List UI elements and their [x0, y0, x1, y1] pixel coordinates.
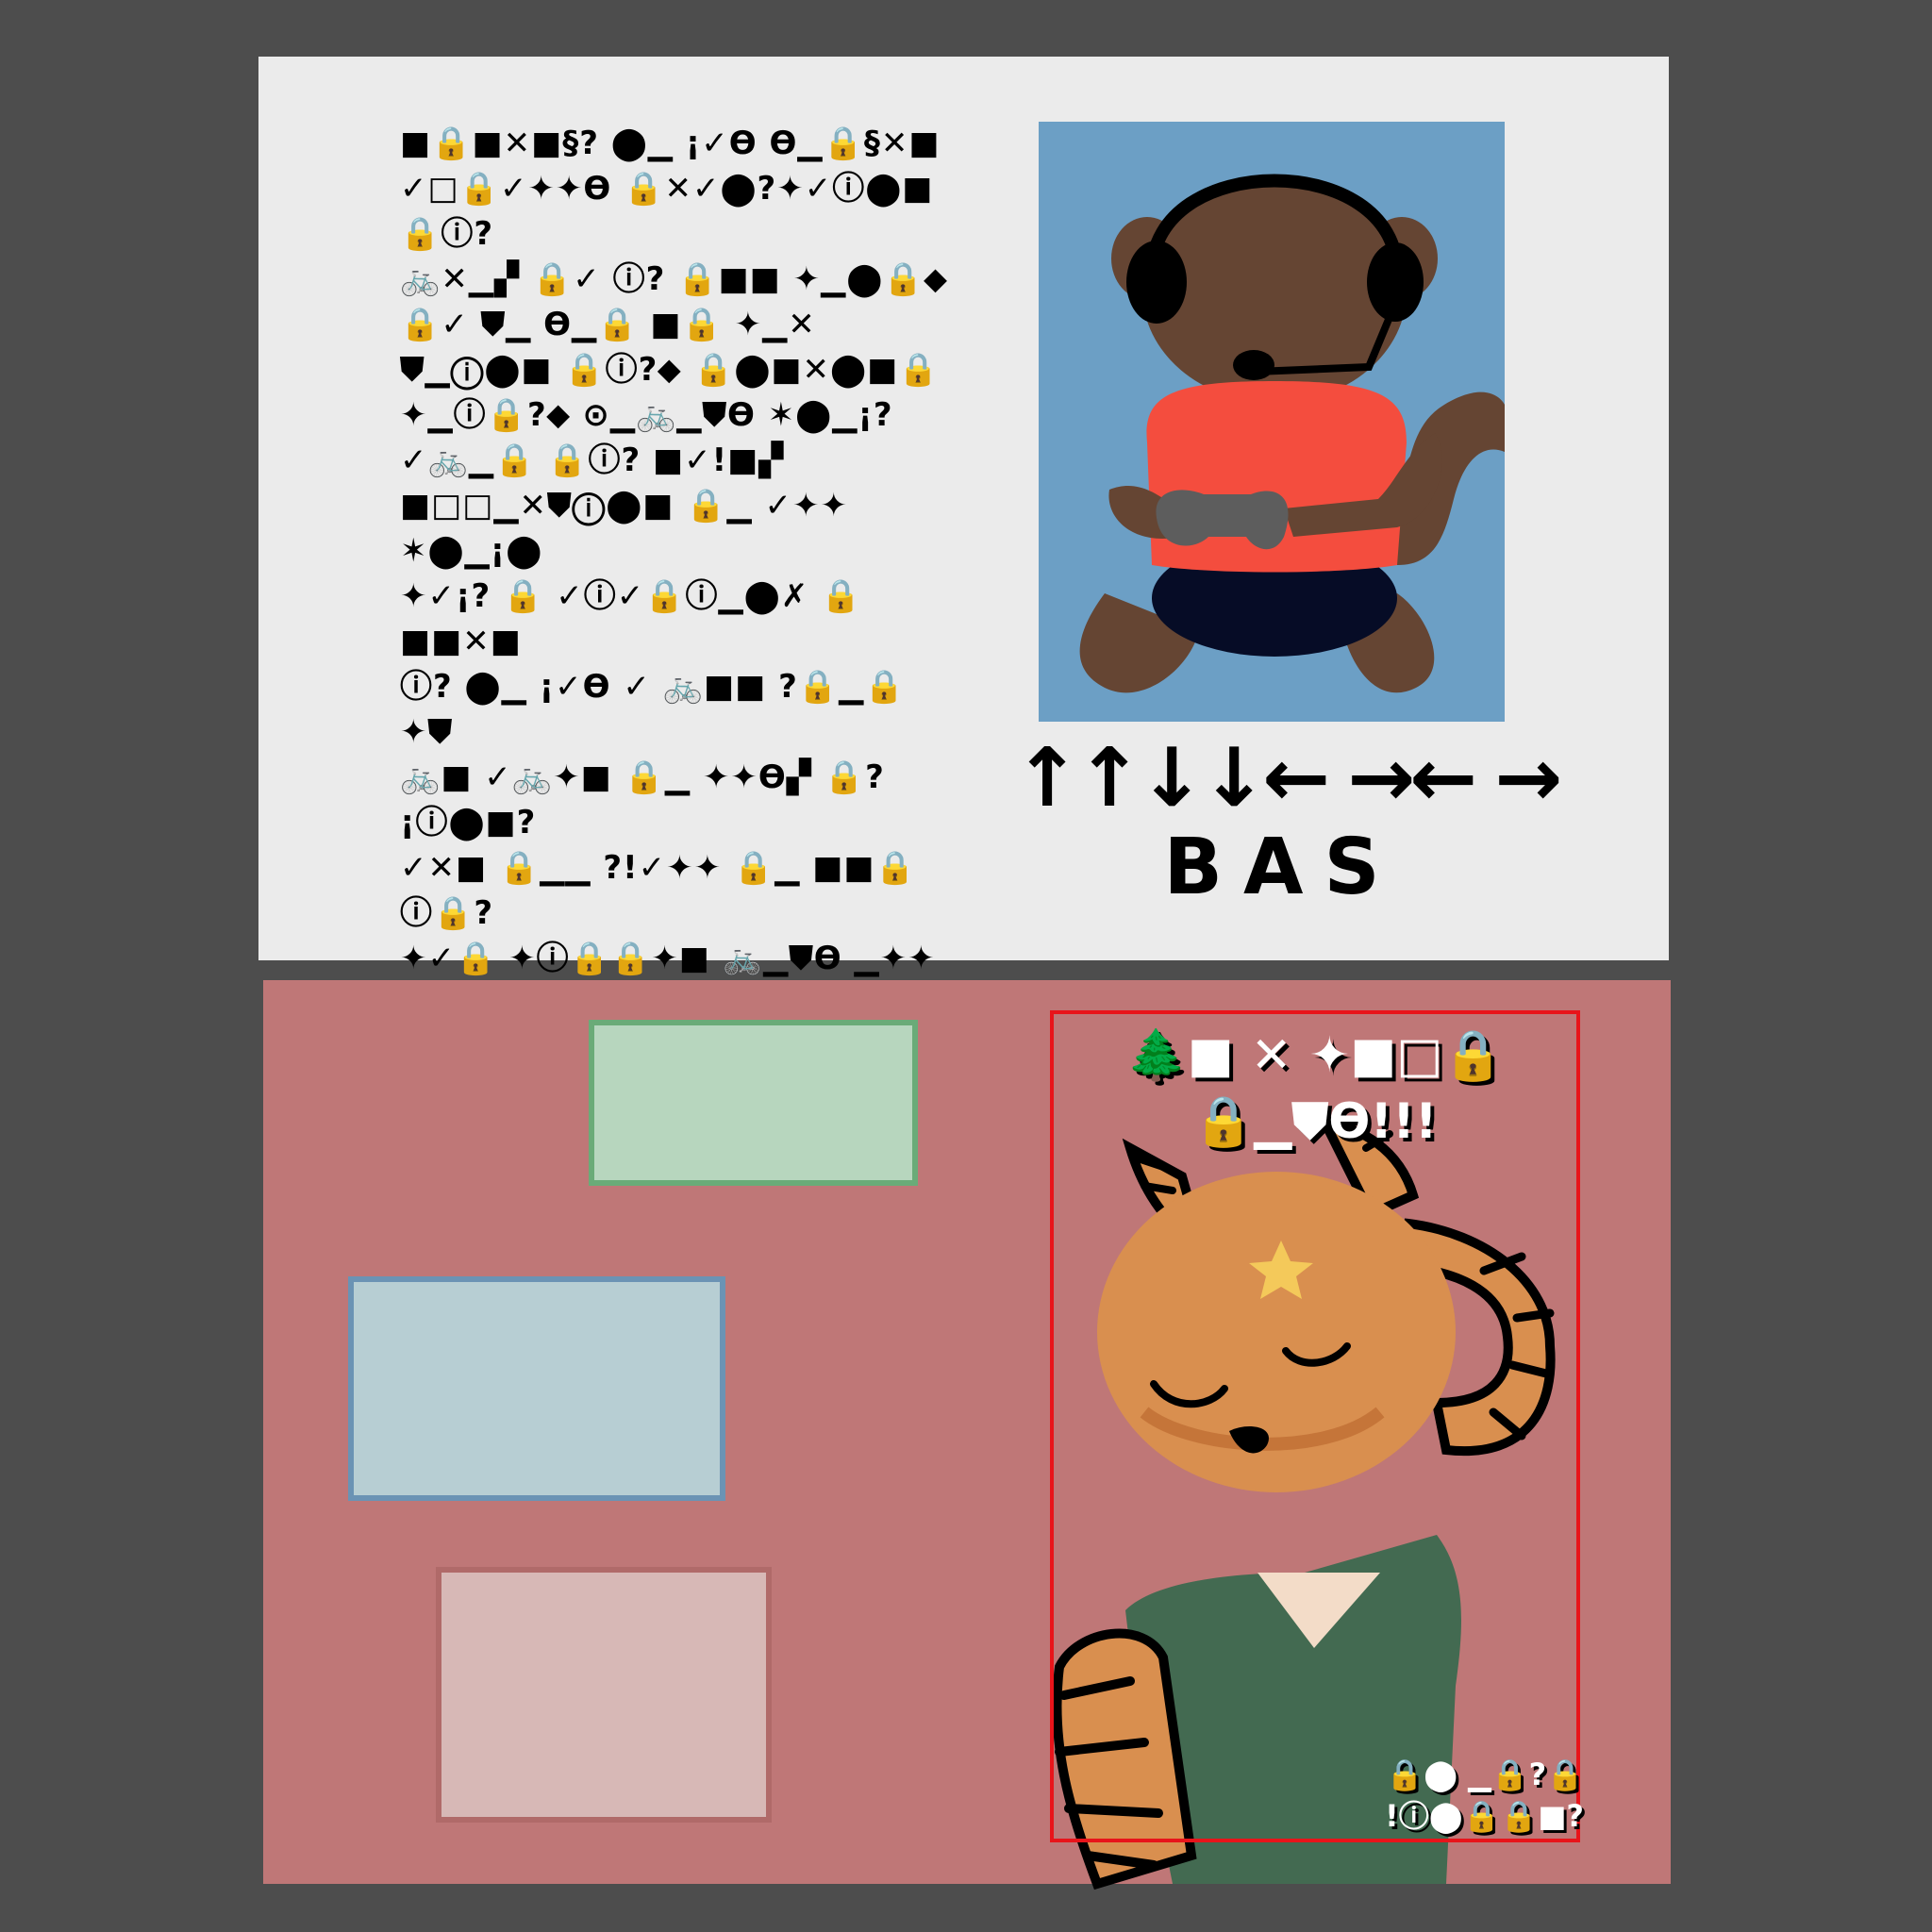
portrait-title: 🌲■ ✕ ✦■□🔒 🔒▁⛊ϴ!!! — [1125, 1027, 1505, 1150]
monkey-drawing — [1079, 174, 1505, 693]
combo-arrow-sequence: ↑↑↓↓← →← → — [1013, 731, 1562, 825]
pink-item-slot[interactable] — [436, 1567, 772, 1823]
monkey-gamer-illustration — [1039, 122, 1505, 722]
blue-item-slot[interactable] — [348, 1276, 725, 1501]
combo-button-sequence: BAS — [1163, 823, 1401, 912]
instruction-paragraph-1: ■🔒■✕■§? ⬤▁ ¡✓ϴ ϴ▁🔒§✕■ ✓□🔒✓✦✦ϴ 🔒✕✓⬤?✦✓ⓘ⬤■… — [400, 125, 948, 479]
green-item-slot[interactable] — [589, 1020, 918, 1186]
instruction-card: ■🔒■✕■§? ⬤▁ ¡✓ϴ ϴ▁🔒§✕■ ✓□🔒✓✦✦ϴ 🔒✕✓⬤?✦✓ⓘ⬤■… — [258, 57, 1669, 1113]
portrait-caption: 🔒⬤ ▁🔒?🔒 !ⓘ⬤🔒🔒■? — [1385, 1757, 1584, 1834]
loadout-panel: 🌲■ ✕ ✦■□🔒 🔒▁⛊ϴ!!! 🔒⬤ ▁🔒?🔒 !ⓘ⬤🔒🔒■? — [263, 980, 1671, 1890]
